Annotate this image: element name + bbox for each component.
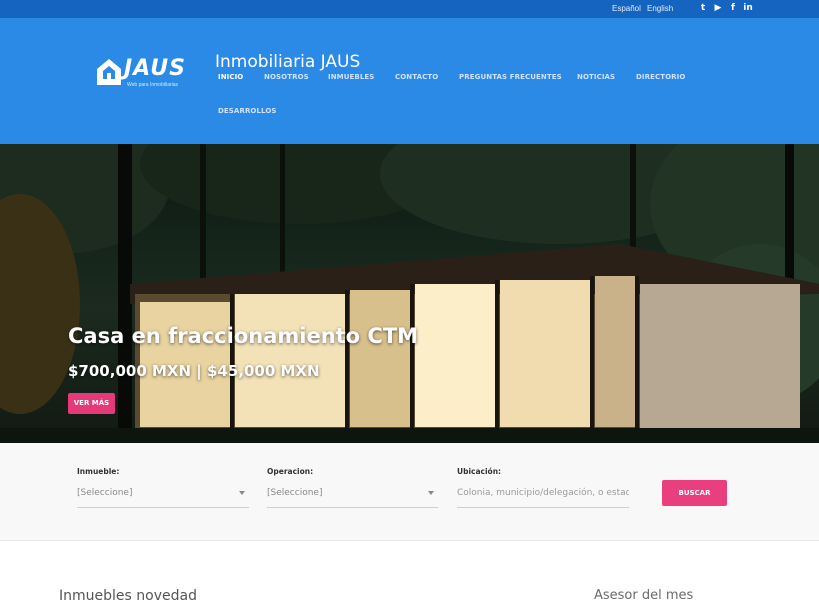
house-logo-icon xyxy=(97,59,121,85)
ubicacion-label: Ubicación: xyxy=(457,467,502,476)
inmueble-select-value: [Seleccione] xyxy=(77,488,133,498)
logo-wordmark: JAUS xyxy=(124,56,186,81)
language-spanish-link[interactable]: Español xyxy=(612,4,641,13)
inmueble-select[interactable]: [Seleccione] xyxy=(77,483,249,508)
hero-background-image xyxy=(0,144,819,443)
chevron-down-icon xyxy=(428,491,434,495)
hero-title: Casa en fraccionamiento CTM xyxy=(68,324,419,348)
youtube-icon[interactable]: ▶ xyxy=(713,3,723,14)
chevron-down-icon xyxy=(239,491,245,495)
nav-noticias[interactable]: NOTICIAS xyxy=(577,73,615,81)
buscar-button[interactable]: BUSCAR xyxy=(662,480,727,506)
ubicacion-input[interactable]: Colonia, municipio/delegación, o estado xyxy=(457,483,629,508)
nav-inmuebles[interactable]: INMUEBLES xyxy=(328,73,374,81)
nav-contacto[interactable]: CONTACTO xyxy=(395,73,438,81)
operacion-select[interactable]: [Seleccione] xyxy=(267,483,438,508)
operacion-label: Operacion: xyxy=(267,467,314,476)
nav-nosotros[interactable]: NOSOTROS xyxy=(264,73,309,81)
language-english-link[interactable]: English xyxy=(647,4,673,13)
site-logo[interactable]: JAUS Web para Inmobiliarias xyxy=(96,56,192,90)
twitter-icon[interactable]: t xyxy=(698,3,708,14)
logo-tagline: Web para Inmobiliarias xyxy=(127,82,179,88)
hero-price: $700,000 MXN | $45,000 MXN xyxy=(68,362,320,380)
inmueble-label: Inmueble: xyxy=(77,467,120,476)
asesor-section-title: Asesor del mes xyxy=(594,588,694,603)
facebook-icon[interactable]: f xyxy=(728,3,738,14)
site-header: JAUS Web para Inmobiliarias Inmobiliaria… xyxy=(0,18,819,144)
nav-directorio[interactable]: DIRECTORIO xyxy=(636,73,685,81)
nav-preguntas-frecuentes[interactable]: PREGUNTAS FRECUENTES xyxy=(459,73,562,81)
property-search-form: Inmueble: [Seleccione] Operacion: [Selec… xyxy=(0,443,819,541)
site-title: Inmobiliaria JAUS xyxy=(215,52,361,72)
linkedin-icon[interactable]: in xyxy=(741,3,755,14)
operacion-select-value: [Seleccione] xyxy=(267,488,323,498)
hero-slider: Casa en fraccionamiento CTM $700,000 MXN… xyxy=(0,144,819,443)
nav-inicio[interactable]: INICIO xyxy=(218,73,243,81)
nav-desarrollos[interactable]: DESARROLLOS xyxy=(218,107,277,115)
ver-mas-button[interactable]: VER MÁS xyxy=(68,393,115,414)
top-bar: Español English t ▶ f in xyxy=(0,0,819,18)
novedades-section-title: Inmuebles novedad xyxy=(59,588,197,604)
